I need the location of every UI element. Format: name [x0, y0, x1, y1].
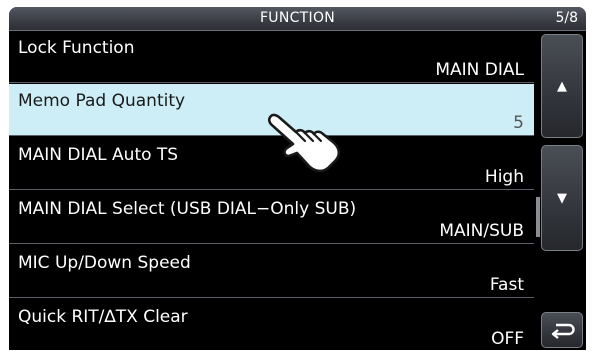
page-indicator: 5/8 [555, 10, 578, 26]
device-frame: FUNCTION 5/8 Lock Function MAIN DIAL Mem… [0, 0, 593, 351]
menu-item-quick-rit-tx-clear[interactable]: Quick RIT/∆TX Clear OFF [9, 300, 534, 350]
arrow-down-icon: ▼ [557, 191, 567, 206]
scroll-up-button[interactable]: ▲ [541, 34, 583, 138]
menu-item-value: OFF [491, 329, 524, 349]
menu-item-mic-up-down-speed[interactable]: MIC Up/Down Speed Fast [9, 246, 534, 298]
screen-title: FUNCTION [259, 10, 336, 26]
menu-item-main-dial-select[interactable]: MAIN DIAL Select (USB DIAL−Only SUB) MAI… [9, 192, 534, 244]
return-arrow-icon [542, 320, 582, 344]
menu-item-label: MAIN DIAL Auto TS [18, 145, 179, 165]
menu-item-label: MAIN DIAL Select (USB DIAL−Only SUB) [18, 199, 357, 219]
function-list: Lock Function MAIN DIAL Memo Pad Quantit… [9, 31, 534, 350]
menu-item-value: 5 [513, 113, 524, 133]
menu-item-value: Fast [489, 275, 524, 295]
menu-item-label: Quick RIT/∆TX Clear [18, 307, 188, 327]
menu-item-label: MIC Up/Down Speed [18, 253, 191, 273]
menu-item-value: MAIN/SUB [439, 221, 524, 241]
touch-hand-icon [265, 110, 345, 180]
menu-item-label: Lock Function [18, 38, 135, 58]
menu-item-value: MAIN DIAL [435, 60, 524, 80]
title-bar: FUNCTION 5/8 [9, 7, 586, 31]
scroll-position-indicator [536, 197, 540, 237]
menu-item-label: Memo Pad Quantity [18, 91, 186, 111]
scroll-down-button[interactable]: ▼ [541, 145, 583, 251]
arrow-up-icon: ▲ [557, 79, 567, 94]
menu-item-lock-function[interactable]: Lock Function MAIN DIAL [9, 31, 534, 83]
back-button[interactable] [541, 312, 583, 348]
menu-item-value: High [484, 167, 524, 187]
